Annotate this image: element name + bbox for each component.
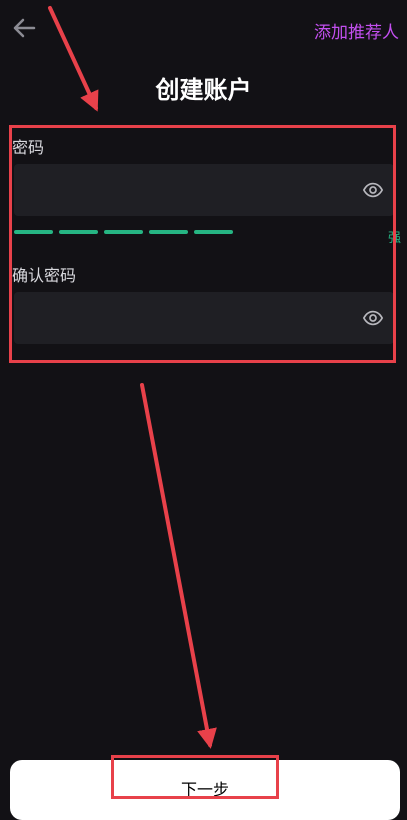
password-field-container — [14, 164, 394, 216]
confirm-password-field-container — [14, 292, 394, 344]
back-arrow-icon[interactable] — [8, 12, 40, 44]
strength-segment — [14, 230, 53, 234]
confirm-password-input[interactable] — [14, 292, 344, 344]
password-label: 密码 — [12, 138, 45, 157]
confirm-password-label: 确认密码 — [12, 266, 77, 285]
strength-segment — [104, 230, 143, 234]
page-title: 创建账户 — [155, 76, 252, 104]
strength-segment — [149, 230, 188, 234]
next-button[interactable]: 下一步 — [10, 760, 400, 820]
eye-icon[interactable] — [362, 307, 384, 329]
password-strength-meter — [14, 230, 233, 234]
password-input[interactable] — [14, 164, 344, 216]
annotation-arrows — [48, 6, 217, 749]
strength-label: 强 — [387, 231, 401, 246]
eye-icon[interactable] — [362, 179, 384, 201]
add-referrer-link[interactable]: 添加推荐人 — [314, 18, 399, 43]
strength-segment — [59, 230, 98, 234]
strength-segment — [194, 230, 233, 234]
annotation-arrow-bottom — [140, 383, 217, 749]
